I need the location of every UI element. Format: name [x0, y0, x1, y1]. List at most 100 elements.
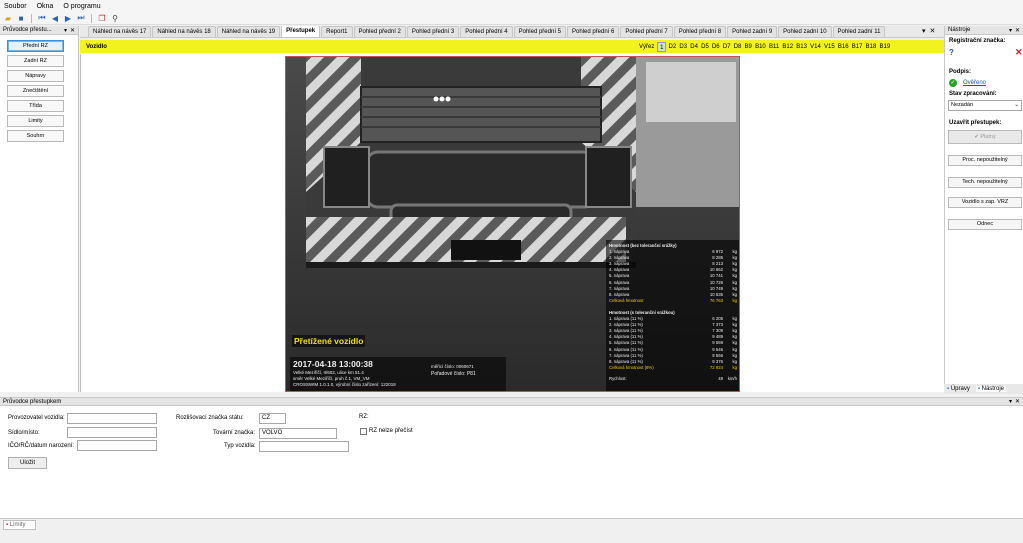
tab-report1[interactable]: Report1 — [321, 26, 353, 37]
wizard-dirt-button[interactable]: Znečištění — [7, 85, 64, 97]
rz-unreadable-checkbox[interactable] — [360, 428, 367, 435]
wizard-limits-button[interactable]: Limity — [7, 115, 64, 127]
tab-rear-view-10[interactable]: Pohled zadní 10 — [778, 26, 832, 37]
left-panel-header: Průvodce přestu... ▾ ✕ — [0, 26, 78, 35]
close-icon[interactable]: ✕ — [1015, 398, 1020, 405]
pin-icon[interactable]: ▾ — [1009, 398, 1012, 405]
menu-bar: Soubor Okna O programu — [0, 0, 1023, 12]
make-input[interactable]: VOLVO — [259, 428, 337, 439]
save-icon[interactable]: ■ — [16, 14, 26, 23]
tab-tools[interactable]: ▪ Nástroje — [975, 386, 1006, 392]
vehicle-type-input[interactable] — [259, 441, 349, 452]
tools-panel-title: Nástroje — [948, 27, 971, 33]
wizard-rear-plate-button[interactable]: Zadní RZ — [7, 55, 64, 67]
speed-row: Rychlost: 48 km/h — [609, 376, 737, 382]
next-record-icon[interactable]: ▶ — [63, 14, 73, 23]
view-button-b13[interactable]: B13 — [795, 42, 808, 52]
tab-rear-view-9[interactable]: Pohled zadní 9 — [727, 26, 778, 37]
clear-registration-icon[interactable]: ✕ — [1015, 47, 1023, 58]
weight-value: 48 — [718, 375, 723, 381]
view-button-d7[interactable]: D7 — [722, 42, 732, 52]
view-button-d8[interactable]: D8 — [733, 42, 743, 52]
pin-icon[interactable]: ▾ — [64, 27, 67, 34]
open-folder-icon[interactable]: ▰ — [3, 14, 13, 23]
tab-front-view-6[interactable]: Pohled přední 6 — [567, 26, 620, 37]
wizard-summary-button[interactable]: Souhrn — [7, 130, 64, 142]
view-button-1[interactable]: 1 — [657, 41, 667, 52]
registration-value[interactable]: ? — [949, 48, 954, 57]
wizard-class-button[interactable]: Třída — [7, 100, 64, 112]
seat-input[interactable] — [67, 427, 157, 438]
view-button-d3[interactable]: D3 — [678, 42, 688, 52]
left-panel-title: Průvodce přestu... — [3, 27, 52, 33]
view-button-b9[interactable]: B9 — [744, 42, 753, 52]
weight-value: 72 924 — [709, 364, 723, 370]
view-button-b18[interactable]: B18 — [865, 42, 878, 52]
view-button-b17[interactable]: B17 — [851, 42, 864, 52]
vehicle-photo[interactable]: Přetížené vozidlo 2017-04-18 13:00:38 Ve… — [285, 56, 740, 392]
operator-input[interactable] — [67, 413, 157, 424]
signature-label: Podpis: — [949, 69, 971, 75]
menu-file[interactable]: Soubor — [4, 3, 27, 10]
meta-line-1: měřicí číslo: 0060671 — [431, 364, 474, 369]
tab-front-view-2[interactable]: Pohled přední 2 — [353, 26, 406, 37]
valid-button[interactable]: ✔ Platný — [948, 130, 1022, 144]
measurement-datetime: 2017-04-18 13:00:38 — [293, 359, 373, 369]
tech-unusable-button[interactable]: Tech. nepoužitelný — [948, 177, 1022, 188]
close-icon[interactable]: ✕ — [1015, 27, 1020, 34]
limits-icon: ▪ — [6, 522, 9, 528]
tab-front-view-3[interactable]: Pohled přední 3 — [406, 26, 460, 37]
view-button-v15[interactable]: V15 — [823, 42, 836, 52]
menu-windows[interactable]: Okna — [37, 3, 54, 10]
country-code-input[interactable]: CZ — [259, 413, 286, 424]
weight-label: Celková hmotnost — [609, 297, 644, 303]
tab-trailer-preview-18[interactable]: Náhled na návěs 18 — [152, 26, 216, 37]
tab-front-view-5[interactable]: Pohled přední 5 — [513, 26, 566, 37]
tab-controls: ▾ ✕ — [922, 27, 944, 37]
view-button-b16[interactable]: B16 — [837, 42, 850, 52]
status-select[interactable]: Nezadán ⌄ — [948, 100, 1022, 111]
status-select-value: Nezadán — [951, 102, 974, 108]
view-button-b10[interactable]: B10 — [754, 42, 767, 52]
close-tab-icon[interactable]: ✕ — [930, 27, 936, 37]
close-icon[interactable]: ✕ — [70, 27, 75, 34]
pin-icon[interactable]: ▾ — [1009, 27, 1012, 34]
signature-verified-link[interactable]: Ověřeno — [963, 80, 986, 86]
wizard-front-plate-button[interactable]: Přední RZ — [7, 40, 64, 52]
tab-limits[interactable]: ▪ Limity — [3, 520, 36, 530]
windows-icon[interactable]: ❐ — [97, 14, 107, 23]
id-input[interactable] — [77, 440, 157, 451]
tab-trailer-preview-19[interactable]: Náhled na návěs 19 — [216, 26, 281, 37]
tab-offence[interactable]: Přestupek — [281, 26, 321, 37]
tab-front-view-7[interactable]: Pohled přední 7 — [620, 26, 673, 37]
view-button-b11[interactable]: B11 — [768, 42, 780, 52]
tab-front-view-8[interactable]: Pohled přední 8 — [673, 26, 727, 37]
view-button-d2[interactable]: D2 — [668, 42, 678, 52]
proc-unusable-button[interactable]: Proc. nepoužitelný — [948, 155, 1022, 166]
view-button-b19[interactable]: B19 — [879, 42, 892, 52]
view-button-d6[interactable]: D6 — [711, 42, 721, 52]
view-button-d4[interactable]: D4 — [689, 42, 699, 52]
tab-trailer-preview-17[interactable]: Náhled na návěs 17 — [88, 26, 152, 37]
tab-edits[interactable]: ▪ Úpravy — [947, 386, 970, 392]
first-record-icon[interactable]: ⏮ — [37, 13, 47, 23]
view-button-v14[interactable]: V14 — [809, 42, 822, 52]
tab-list-icon[interactable]: ▾ — [922, 27, 926, 37]
tolerance-total-row: Celková hmotnost (8%) 72 924 kg — [609, 365, 737, 371]
vehicle-bar-title: Vozidlo — [86, 43, 107, 50]
registration-label: Registrační značka: — [949, 38, 1006, 44]
menu-about[interactable]: O programu — [63, 3, 100, 10]
view-button-d5[interactable]: D5 — [700, 42, 710, 52]
view-button-b12[interactable]: B12 — [781, 42, 794, 52]
zoom-icon[interactable]: ⚲ — [110, 14, 120, 23]
last-record-icon[interactable]: ⏭ — [76, 13, 86, 23]
wizard-axles-button[interactable]: Nápravy — [7, 70, 64, 82]
make-label: Tovární značka: — [213, 430, 256, 436]
tab-rear-view-11[interactable]: Pohled zadní 11 — [832, 26, 886, 37]
vehicle-vrz-button[interactable]: Vozidlo s zap. VRZ — [948, 197, 1022, 208]
previous-record-icon[interactable]: ◀ — [50, 14, 60, 23]
country-code-label: Rozlišovací značka státu: — [176, 415, 244, 421]
save-button[interactable]: Uložit — [8, 457, 47, 469]
reject-button[interactable]: Odnec — [948, 219, 1022, 230]
tab-front-view-4[interactable]: Pohled přední 4 — [460, 26, 513, 37]
